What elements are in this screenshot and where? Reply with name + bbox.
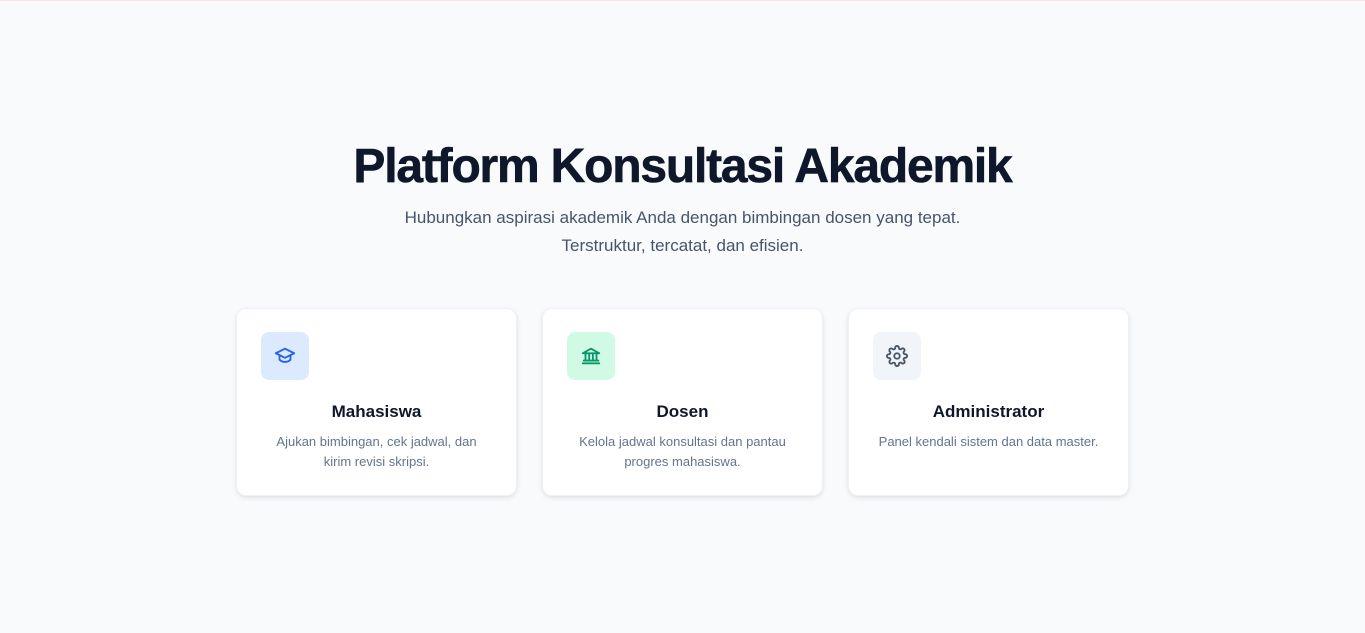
- role-title: Dosen: [656, 402, 709, 421]
- top-border-line: [0, 0, 1365, 1]
- university-building-icon: [581, 347, 601, 365]
- mahasiswa-icon-box: [261, 332, 309, 380]
- role-description: Panel kendali sistem dan data master.: [878, 434, 1099, 449]
- role-title: Mahasiswa: [331, 402, 422, 421]
- administrator-icon-box: [873, 332, 921, 380]
- subtitle-line-2: Terstruktur, tercatat, dan efisien.: [561, 236, 804, 255]
- page-subtitle: Hubungkan aspirasi akademik Anda dengan …: [363, 204, 1003, 260]
- role-description: Ajukan bimbingan, cek jadwal, dan kirim …: [276, 434, 477, 469]
- role-card-dosen[interactable]: Dosen Kelola jadwal konsultasi dan panta…: [542, 308, 823, 496]
- graduation-cap-icon: [274, 347, 296, 363]
- role-card-mahasiswa[interactable]: Mahasiswa Ajukan bimbingan, cek jadwal, …: [236, 308, 517, 496]
- role-description: Kelola jadwal konsultasi dan pantau prog…: [579, 434, 786, 469]
- role-cards: Mahasiswa Ajukan bimbingan, cek jadwal, …: [236, 308, 1129, 496]
- role-card-administrator[interactable]: Administrator Panel kendali sistem dan d…: [848, 308, 1129, 496]
- dosen-icon-box: [567, 332, 615, 380]
- subtitle-line-1: Hubungkan aspirasi akademik Anda dengan …: [404, 208, 961, 227]
- hero-section: Platform Konsultasi Akademik Hubungkan a…: [0, 140, 1365, 260]
- gear-icon: [886, 345, 908, 367]
- page-title: Platform Konsultasi Akademik: [353, 140, 1013, 194]
- role-title: Administrator: [932, 402, 1045, 421]
